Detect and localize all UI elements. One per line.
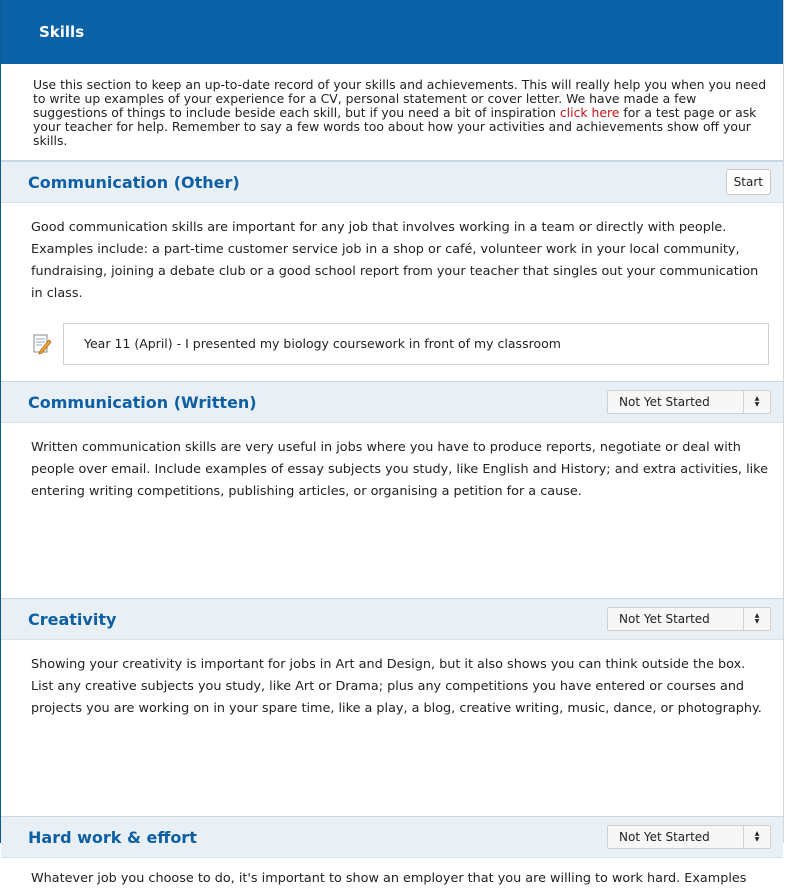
section-description: Whatever job you choose to do, it's impo… — [31, 871, 747, 886]
section-description: Good communication skills are important … — [31, 220, 759, 301]
inspiration-link[interactable]: click here — [560, 105, 620, 120]
skill-entry[interactable]: Year 11 (April) - I presented my biology… — [63, 323, 769, 365]
panel-title: Skills — [39, 23, 85, 41]
skill-entry-text: Year 11 (April) - I presented my biology… — [84, 336, 561, 351]
section-description: Written communication skills are very us… — [31, 440, 769, 499]
select-arrows-icon: ▲ ▼ — [743, 826, 770, 848]
status-select[interactable]: Not Yet Started ▲ ▼ — [607, 825, 771, 849]
select-arrows-icon: ▲ ▼ — [743, 391, 770, 413]
section-title: Communication (Other) — [28, 172, 240, 192]
status-select[interactable]: Not Yet Started ▲ ▼ — [607, 390, 771, 414]
status-select-value: Not Yet Started — [619, 830, 710, 844]
entry-row: Year 11 (April) - I presented my biology… — [31, 323, 769, 365]
section-title: Creativity — [28, 609, 117, 629]
section-title: Hard work & effort — [28, 827, 197, 847]
status-select[interactable]: Not Yet Started ▲ ▼ — [607, 607, 771, 631]
section-header-creativity: Creativity Not Yet Started ▲ ▼ — [1, 598, 783, 640]
intro-text: Use this section to keep an up-to-date r… — [1, 64, 783, 161]
start-button[interactable]: Start — [725, 169, 771, 195]
section-header-communication-written: Communication (Written) Not Yet Started … — [1, 381, 783, 423]
status-select-value: Not Yet Started — [619, 612, 710, 626]
section-header-hard-work: Hard work & effort Not Yet Started ▲ ▼ — [1, 816, 783, 858]
section-description: Showing your creativity is important for… — [31, 657, 762, 716]
section-body-communication-written: Written communication skills are very us… — [1, 423, 783, 598]
select-arrows-icon: ▲ ▼ — [743, 608, 770, 630]
section-title: Communication (Written) — [28, 392, 257, 412]
section-header-communication-other: Communication (Other) Start — [1, 161, 783, 203]
panel-header: Skills — [1, 0, 783, 64]
section-body-communication-other: Good communication skills are important … — [1, 203, 783, 381]
section-body-hard-work: Whatever job you choose to do, it's impo… — [1, 858, 783, 890]
skills-panel: Skills Use this section to keep an up-to… — [0, 0, 784, 886]
note-edit-icon[interactable] — [31, 333, 53, 355]
section-body-creativity: Showing your creativity is important for… — [1, 640, 783, 816]
status-select-value: Not Yet Started — [619, 395, 710, 409]
